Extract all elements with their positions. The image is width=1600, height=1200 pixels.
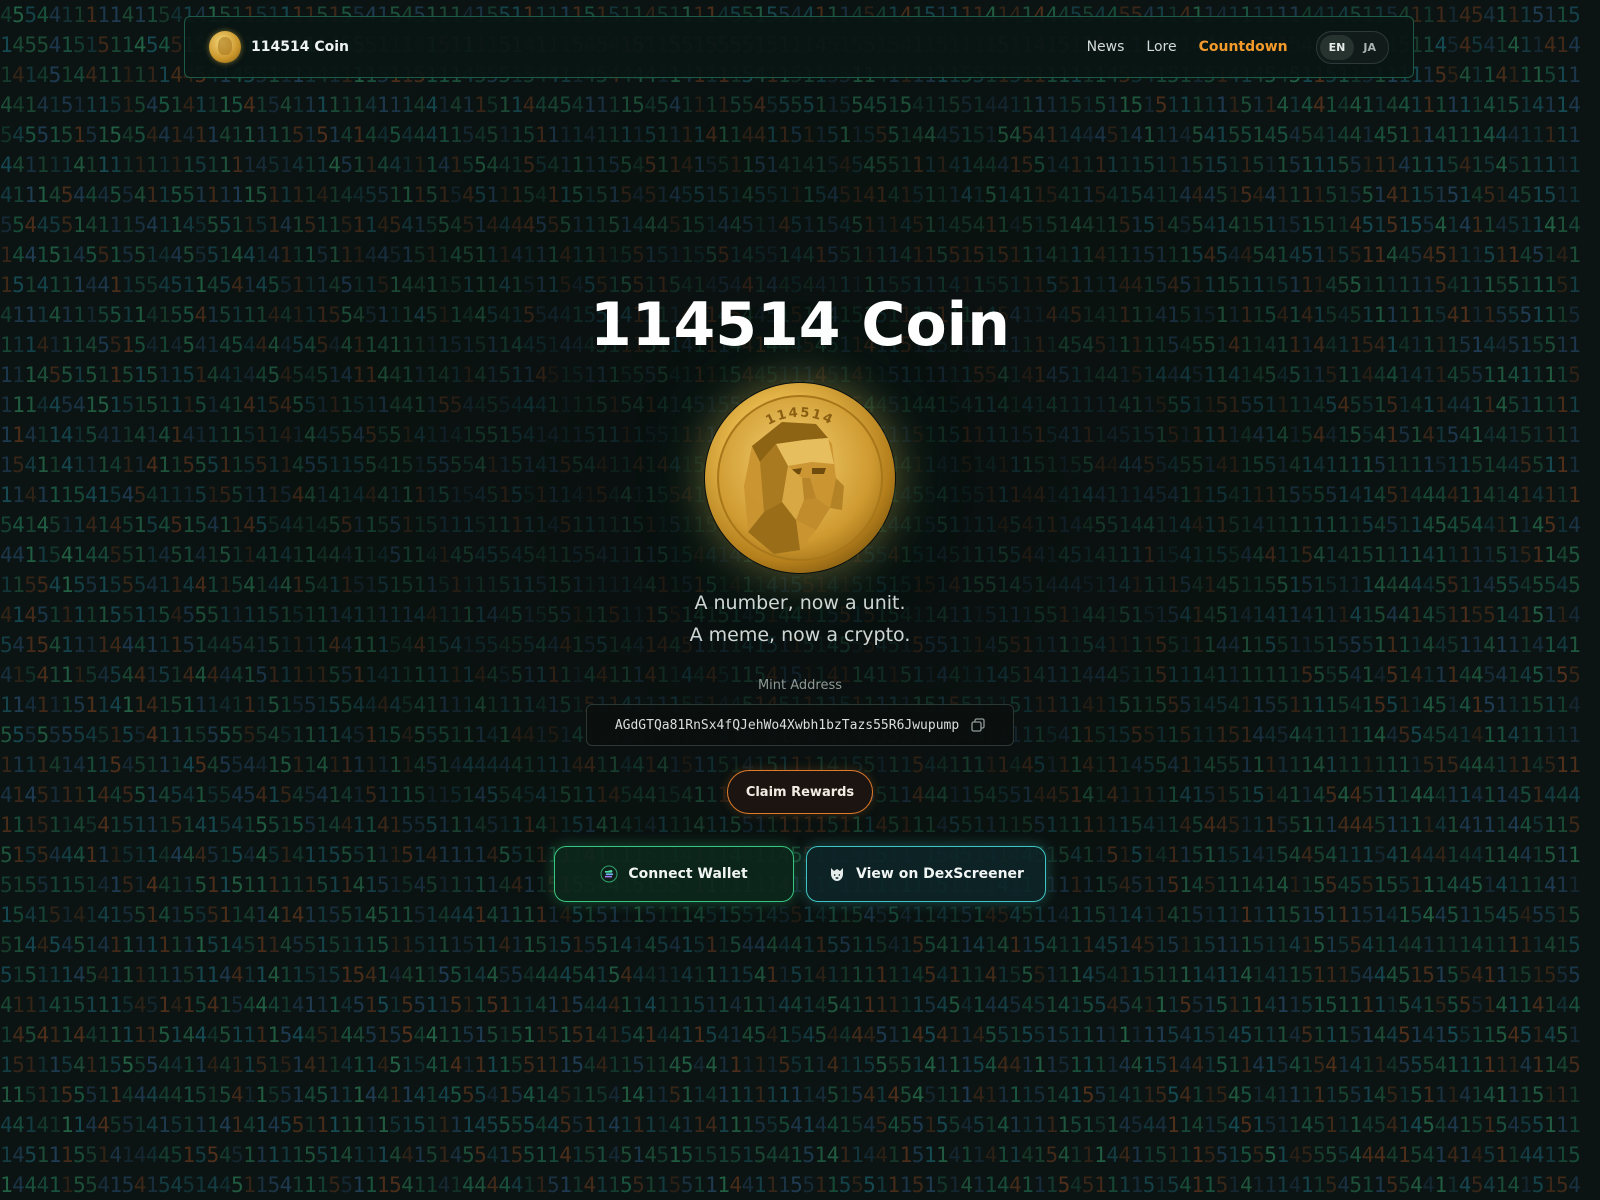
nav-link-news[interactable]: News <box>1087 39 1125 55</box>
nav-link-countdown[interactable]: Countdown <box>1199 39 1288 55</box>
mint-address-box[interactable]: AGdGTQa81RnSx4fQJehWo4Xwbh1bzTazs55R6Jwu… <box>586 704 1014 746</box>
page-title: 114514 Coin <box>0 290 1600 360</box>
coin-logo-icon <box>209 31 241 63</box>
coin-image: 114514 <box>704 382 896 574</box>
language-toggle: EN JA <box>1315 30 1389 64</box>
view-on-dexscreener-button[interactable]: View on DexScreener <box>806 846 1046 902</box>
hero-section: 114514 Coin 114514 A number, now a unit.… <box>0 0 1600 1200</box>
top-navbar: 114514 Coin News Lore Countdown EN JA <box>184 16 1414 78</box>
claim-rewards-label: Claim Rewards <box>746 785 854 800</box>
solana-icon <box>600 865 618 883</box>
lang-ja-button[interactable]: JA <box>1354 35 1385 60</box>
lang-en-button[interactable]: EN <box>1319 34 1355 60</box>
coin-illustration: 114514 <box>705 383 895 573</box>
connect-wallet-button[interactable]: Connect Wallet <box>554 846 794 902</box>
brand-name: 114514 Coin <box>251 39 349 55</box>
brand[interactable]: 114514 Coin <box>209 31 349 63</box>
mint-address-label: Mint Address <box>0 678 1600 693</box>
dexscreener-label: View on DexScreener <box>856 866 1024 882</box>
mint-address-value: AGdGTQa81RnSx4fQJehWo4Xwbh1bzTazs55R6Jwu… <box>615 718 959 733</box>
dexscreener-icon <box>831 868 844 881</box>
nav-link-lore[interactable]: Lore <box>1146 39 1176 55</box>
tagline-line-1: A number, now a unit. <box>0 592 1600 614</box>
nav-links: News Lore Countdown EN JA <box>1065 30 1413 64</box>
claim-rewards-button[interactable]: Claim Rewards <box>727 770 873 814</box>
tagline-line-2: A meme, now a crypto. <box>0 624 1600 646</box>
copy-icon[interactable] <box>971 718 985 732</box>
connect-wallet-label: Connect Wallet <box>628 866 747 882</box>
